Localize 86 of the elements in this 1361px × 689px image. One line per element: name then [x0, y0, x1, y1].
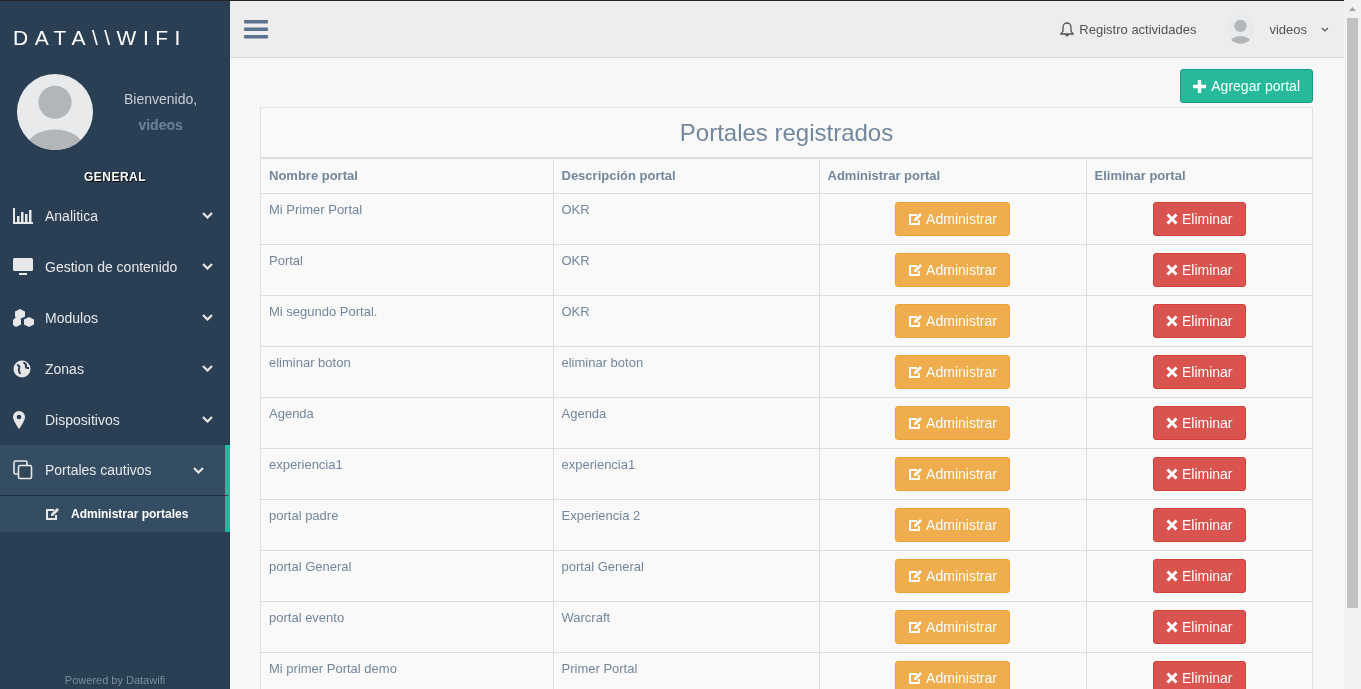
- close-icon: [1165, 468, 1178, 480]
- chevron-down-icon: [193, 466, 204, 474]
- footer-text: Powered by Datawifi: [63, 674, 167, 688]
- chevron-down-icon: [202, 212, 213, 219]
- bar-chart-icon: [13, 207, 33, 224]
- menu-item[interactable]: Dispositivos: [0, 394, 230, 445]
- chevron-down-icon: [202, 416, 213, 423]
- table-cell: OKR: [553, 295, 819, 347]
- delete-button[interactable]: Eliminar: [1152, 406, 1246, 440]
- edit-icon: [908, 212, 923, 226]
- table-cell: portal padre: [261, 499, 553, 551]
- welcome-text: Bienvenido,: [124, 91, 198, 107]
- delete-button[interactable]: Eliminar: [1152, 253, 1246, 287]
- table-cell: portal General: [261, 550, 553, 602]
- close-icon: [1165, 366, 1178, 378]
- section-heading: GENERAL: [82, 170, 148, 184]
- table-cell: Agenda: [261, 397, 553, 449]
- delete-button[interactable]: Eliminar: [1152, 610, 1246, 644]
- table-cell: Mi segundo Portal.: [261, 295, 553, 347]
- user-menu[interactable]: videos: [1226, 14, 1329, 44]
- close-icon: [1165, 519, 1178, 531]
- close-icon: [1165, 264, 1178, 276]
- close-icon: [1165, 417, 1178, 429]
- edit-icon: [908, 263, 923, 277]
- menu-item[interactable]: Zonas: [0, 343, 230, 394]
- column-header: Administrar portal: [819, 158, 1086, 194]
- chevron-down-icon: [202, 263, 213, 270]
- menu-item[interactable]: Portales cautivos: [0, 445, 230, 496]
- table-cell: Portal: [261, 244, 553, 296]
- bell-icon: [1060, 21, 1075, 37]
- copy-icon: [13, 460, 33, 480]
- table-cell: OKR: [553, 244, 819, 296]
- delete-button[interactable]: Eliminar: [1152, 661, 1246, 689]
- edit-icon: [908, 569, 923, 583]
- table-cell: eliminar boton: [553, 346, 819, 398]
- chevron-down-icon: [202, 365, 213, 372]
- add-portal-button[interactable]: Agregar portal: [1180, 69, 1313, 103]
- close-icon: [1165, 315, 1178, 327]
- chevron-down-icon: [202, 314, 213, 321]
- edit-icon: [908, 467, 923, 481]
- table-cell: portal General: [553, 550, 819, 602]
- edit-icon: [45, 507, 59, 521]
- plus-icon: [1193, 79, 1207, 93]
- edit-icon: [908, 416, 923, 430]
- close-icon: [1165, 621, 1178, 633]
- delete-button[interactable]: Eliminar: [1152, 202, 1246, 236]
- cubes-icon: [13, 308, 35, 327]
- brand-logo: DATA\\WIFI: [12, 25, 188, 51]
- edit-icon: [908, 518, 923, 532]
- close-icon: [1165, 672, 1178, 684]
- map-marker-icon: [13, 410, 25, 429]
- table-cell: Agenda: [553, 397, 819, 449]
- table-cell: Mi Primer Portal: [261, 193, 553, 245]
- delete-button[interactable]: Eliminar: [1152, 559, 1246, 593]
- column-header: Nombre portal: [261, 158, 553, 194]
- delete-button[interactable]: Eliminar: [1152, 508, 1246, 542]
- menu-item[interactable]: Analitica: [0, 190, 230, 241]
- close-icon: [1165, 570, 1178, 582]
- table-cell: Warcraft: [553, 601, 819, 653]
- submenu-item[interactable]: Administrar portales: [0, 496, 230, 532]
- table-title: Portales registrados: [261, 108, 1312, 158]
- edit-icon: [908, 314, 923, 328]
- table-cell: Experiencia 2: [553, 499, 819, 551]
- column-header: Descripción portal: [553, 158, 819, 194]
- activity-log-link[interactable]: Registro actividades: [1060, 21, 1197, 37]
- avatar-icon: [16, 73, 94, 151]
- caret-icon: [1321, 26, 1329, 32]
- close-icon: [1165, 213, 1178, 225]
- menu-item[interactable]: Modulos: [0, 292, 230, 343]
- table-cell: portal evento: [261, 601, 553, 653]
- menu-icon[interactable]: [244, 19, 268, 39]
- table-cell: OKR: [553, 193, 819, 245]
- table-cell: experiencia1: [553, 448, 819, 500]
- delete-button[interactable]: Eliminar: [1152, 457, 1246, 491]
- username-text: videos: [137, 117, 184, 133]
- table-cell: eliminar boton: [261, 346, 553, 398]
- monitor-icon: [13, 258, 33, 275]
- column-header: Eliminar portal: [1086, 158, 1312, 194]
- edit-icon: [908, 365, 923, 379]
- edit-icon: [908, 671, 923, 685]
- globe-icon: [13, 359, 31, 378]
- menu-item[interactable]: Gestion de contenido: [0, 241, 230, 292]
- edit-icon: [908, 620, 923, 634]
- delete-button[interactable]: Eliminar: [1152, 304, 1246, 338]
- delete-button[interactable]: Eliminar: [1152, 355, 1246, 389]
- table-cell: experiencia1: [261, 448, 553, 500]
